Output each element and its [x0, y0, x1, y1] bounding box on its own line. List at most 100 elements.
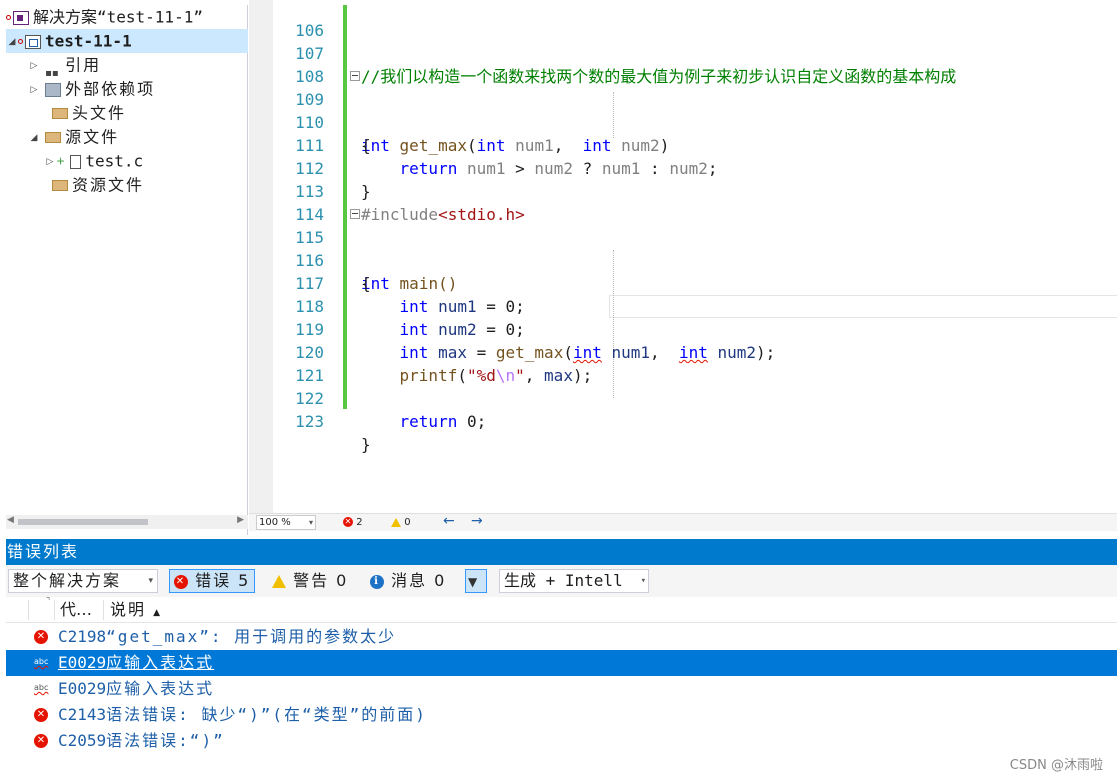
scope-value: 整个解决方案 [13, 571, 122, 590]
error-row[interactable]: ✕ C2143语法错误: 缺少“)”(在“类型”的前面) [6, 702, 1117, 728]
code-keyword: int [582, 136, 612, 155]
error-code[interactable]: E0029 [58, 679, 106, 698]
code-function-name: get_max [495, 343, 564, 362]
column-divider [54, 600, 55, 620]
error-list-toolbar: 整个解决方案 ▾ ✕ 错误 5 警告 0 i 消息 0 ▼ 生成 + Intell… [6, 565, 1117, 597]
chevron-down-icon: ▾ [308, 518, 313, 527]
chevron-down-icon: ▾ [148, 576, 155, 586]
code-line[interactable]: 113 #include<stdio.h> [0, 157, 525, 224]
code-variable: max [544, 366, 573, 385]
code-line[interactable]: 110 { [0, 88, 371, 155]
code-line[interactable]: 116 { [0, 226, 371, 293]
error-icon: ✕ [343, 517, 353, 527]
scroll-right-icon[interactable]: ▶ [237, 515, 244, 525]
nav-back-icon[interactable]: ← [443, 513, 455, 529]
scrollbar-thumb[interactable] [18, 519, 148, 525]
panel-title: 错误列表 [7, 542, 80, 561]
error-icon: ✕ [34, 734, 48, 748]
warning-icon [272, 575, 286, 588]
error-code[interactable]: C2198 [58, 627, 106, 646]
filter-toggle-button[interactable]: ▼ [465, 569, 487, 593]
editor-warnings-indicator[interactable]: 0 [391, 515, 411, 530]
outline-collapse-icon[interactable] [350, 209, 360, 219]
editor-status-bar: 100 % ▾ ✕ 2 0 ← → [249, 513, 1117, 531]
code-line[interactable]: 108 [0, 42, 324, 86]
scroll-left-icon[interactable]: ◀ [7, 515, 14, 525]
code-include-header: <stdio.h> [438, 205, 525, 224]
build-filter-value: 生成 + Intell [504, 571, 623, 590]
code-text: } [361, 182, 371, 201]
code-line[interactable]: 111 return num1 > num2 ? num1 : num2; [0, 111, 717, 178]
warnings-filter-button[interactable]: 警告 0 [272, 569, 348, 593]
warning-count: 0 [404, 517, 411, 528]
code-variable: num2 [438, 320, 477, 339]
warning-icon [391, 517, 401, 527]
line-number: 107 [295, 44, 324, 63]
error-description: 语法错误: 缺少“)”(在“类型”的前面) [106, 705, 427, 724]
code-line[interactable]: 120 printf("%d\n", max); [0, 318, 592, 385]
error-description: 语法错误:“)” [106, 731, 225, 750]
line-number: 117 [295, 274, 324, 293]
messages-filter-button[interactable]: i 消息 0 [370, 569, 446, 593]
line-number: 115 [295, 228, 324, 247]
error-code[interactable]: C2143 [58, 705, 106, 724]
error-row[interactable]: abc E0029应输入表达式 [6, 676, 1117, 702]
code-operator: > [515, 159, 525, 178]
intellisense-error-icon: abc [34, 683, 49, 692]
zoom-select[interactable]: 100 % ▾ [256, 515, 316, 530]
code-string: "%d [466, 366, 496, 385]
code-keyword-error: int [678, 343, 708, 362]
code-line[interactable]: 109 int get_max(int num1, int num2) [0, 65, 669, 155]
error-row-selected[interactable]: abc E0029应输入表达式 [6, 650, 1117, 676]
code-param: num1 [515, 136, 554, 155]
code-keyword: int [399, 320, 429, 339]
button-label: 消息 0 [391, 571, 447, 590]
code-escape: \n [495, 366, 516, 385]
code-punct: ) [659, 136, 670, 155]
code-operator: = [466, 343, 496, 362]
code-line[interactable]: 112 } [0, 134, 371, 201]
code-line[interactable]: 115 int main() [0, 203, 457, 293]
solution-explorer-hscrollbar[interactable]: ◀ ▶ [6, 515, 248, 529]
error-icon: ✕ [174, 574, 188, 589]
code-variable: num1 [438, 297, 477, 316]
editor-errors-indicator[interactable]: ✕ 2 [343, 515, 363, 530]
error-row[interactable]: ✕ C2198“get_max”: 用于调用的参数太少 [6, 624, 1117, 650]
column-header-code[interactable]: 代… [60, 597, 92, 623]
code-line[interactable]: 121 [0, 341, 324, 385]
code-text: } [361, 435, 371, 454]
error-row[interactable]: ✕ C2059语法错误:“)” [6, 728, 1117, 754]
line-number: 112 [295, 159, 324, 178]
code-line[interactable]: 117 int num1 = 0; [0, 249, 525, 316]
code-line[interactable]: 119 int max = get_max(int num1, int num2… [0, 295, 775, 362]
code-line[interactable]: 106 [0, 0, 324, 40]
code-line[interactable]: 118 int num2 = 0; [0, 272, 525, 339]
chevron-down-icon: ▾ [640, 576, 646, 586]
code-variable: num2 [717, 343, 757, 362]
intellisense-error-icon: abc [34, 657, 49, 666]
error-code[interactable]: E0029 [58, 653, 106, 672]
build-filter-dropdown[interactable]: 生成 + Intell ▾ [499, 569, 649, 593]
code-line[interactable]: 107 //我们以构造一个函数来找两个数的最大值为例子来初步认识自定义函数的基本… [0, 19, 956, 86]
code-string: " [515, 366, 525, 385]
nav-forward-icon[interactable]: → [471, 513, 483, 529]
errors-filter-button[interactable]: ✕ 错误 5 [169, 569, 256, 593]
outline-collapse-icon[interactable] [350, 71, 360, 81]
error-icon: ✕ [34, 630, 48, 644]
error-code[interactable]: C2059 [58, 731, 106, 750]
column-header-label: 说明 [110, 600, 147, 619]
code-punct: ( [563, 343, 573, 362]
code-param: num2 [534, 159, 573, 178]
code-text: { [361, 274, 371, 293]
line-number: 118 [295, 297, 324, 316]
code-variable: max [438, 343, 467, 362]
code-line[interactable]: 123 } [0, 387, 371, 454]
code-line[interactable]: 114 [0, 180, 324, 224]
code-line[interactable]: 122 return 0; [0, 364, 486, 431]
scope-dropdown[interactable]: 整个解决方案 ▾ [8, 569, 158, 593]
error-description: 应输入表达式 [106, 679, 215, 698]
code-keyword: int [399, 297, 429, 316]
code-punct: , [524, 366, 545, 385]
line-number: 111 [295, 136, 324, 155]
column-header-description[interactable]: 说明 ▲ [110, 597, 162, 626]
